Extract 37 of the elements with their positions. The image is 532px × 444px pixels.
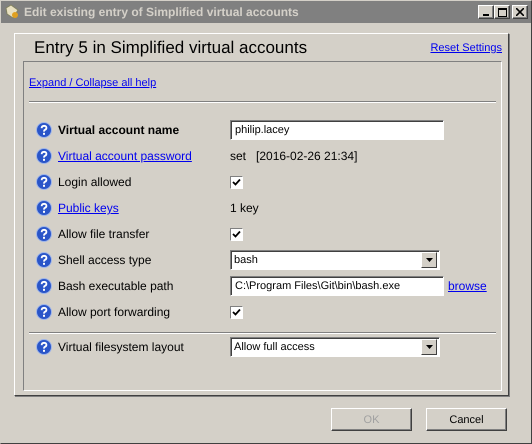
help-icon[interactable] bbox=[36, 148, 52, 164]
help-icon[interactable] bbox=[36, 226, 52, 242]
text-field[interactable]: C:\Program Files\Git\bin\bash.exe bbox=[230, 276, 444, 296]
maximize-icon[interactable] bbox=[494, 5, 510, 19]
dropdown[interactable]: Allow full access bbox=[230, 337, 440, 357]
field-value: set [2016-02-26 21:34] bbox=[230, 149, 358, 163]
help-icon[interactable] bbox=[36, 252, 52, 268]
field-value: 1 key bbox=[230, 201, 259, 215]
field-label: Bash executable path bbox=[58, 279, 174, 293]
field-label: Allow file transfer bbox=[58, 227, 150, 241]
help-icon[interactable] bbox=[36, 200, 52, 216]
checkbox[interactable] bbox=[230, 306, 243, 318]
field-label: Virtual filesystem layout bbox=[58, 340, 185, 354]
text-field[interactable]: philip.lacey bbox=[230, 120, 444, 140]
help-icon[interactable] bbox=[36, 304, 52, 320]
field-label: Allow port forwarding bbox=[58, 305, 172, 319]
app-icon bbox=[4, 4, 20, 20]
dialog-button[interactable]: Cancel bbox=[426, 408, 507, 431]
browse-link[interactable]: browse bbox=[448, 279, 487, 293]
label-link[interactable]: Public keys bbox=[58, 201, 230, 215]
entry-heading: Entry 5 in Simplified virtual accounts bbox=[34, 38, 308, 58]
expand-collapse-link[interactable]: Expand / Collapse all help bbox=[29, 77, 156, 89]
minimize-icon[interactable] bbox=[478, 5, 494, 19]
help-icon[interactable] bbox=[36, 122, 52, 138]
help-icon[interactable] bbox=[36, 174, 52, 190]
label-link[interactable]: Virtual account password bbox=[58, 149, 230, 163]
field-label: Virtual account name bbox=[58, 123, 180, 137]
checkbox[interactable] bbox=[230, 176, 243, 188]
help-icon[interactable] bbox=[36, 339, 52, 355]
field-label: Shell access type bbox=[58, 253, 152, 267]
window-title: Edit existing entry of Simplified virtual accounts bbox=[24, 5, 300, 19]
checkbox[interactable] bbox=[230, 228, 243, 240]
close-icon[interactable] bbox=[512, 5, 528, 19]
help-icon[interactable] bbox=[36, 278, 52, 294]
reset-settings-link[interactable]: Reset Settings bbox=[430, 42, 502, 54]
dropdown[interactable]: bash bbox=[230, 250, 440, 270]
field-label: Login allowed bbox=[58, 175, 132, 189]
